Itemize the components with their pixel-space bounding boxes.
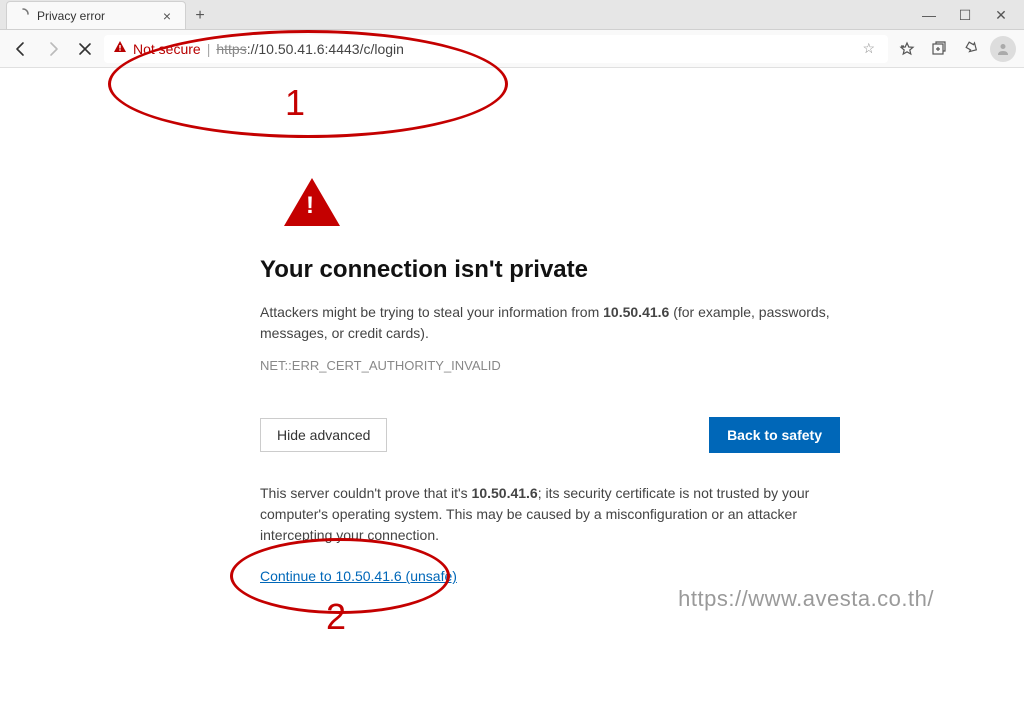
- loading-spinner-icon: [17, 8, 29, 23]
- address-bar[interactable]: Not secure | https://10.50.41.6:4443/c/l…: [104, 35, 888, 63]
- favorites-icon[interactable]: [894, 36, 920, 62]
- maximize-icon[interactable]: ☐: [956, 7, 974, 24]
- hide-advanced-button[interactable]: Hide advanced: [260, 418, 387, 452]
- annotation-label-1: 1: [285, 82, 305, 124]
- forward-button[interactable]: [40, 36, 66, 62]
- page-content: ! Your connection isn't private Attacker…: [0, 68, 1024, 707]
- not-secure-label: Not secure: [133, 41, 201, 57]
- tab-title: Privacy error: [37, 9, 159, 23]
- profile-avatar[interactable]: [990, 36, 1016, 62]
- new-tab-button[interactable]: +: [186, 3, 214, 29]
- toolbar: Not secure | https://10.50.41.6:4443/c/l…: [0, 30, 1024, 68]
- favorite-star-icon[interactable]: ☆: [862, 40, 879, 57]
- minimize-icon[interactable]: —: [920, 7, 938, 23]
- stop-reload-button[interactable]: [72, 36, 98, 62]
- close-window-icon[interactable]: ✕: [992, 7, 1010, 24]
- error-description: Attackers might be trying to steal your …: [260, 302, 840, 344]
- window-controls: — ☐ ✕: [920, 0, 1024, 30]
- url-text: https://10.50.41.6:4443/c/login: [216, 41, 404, 57]
- error-code: NET::ERR_CERT_AUTHORITY_INVALID: [260, 358, 860, 373]
- browser-tab[interactable]: Privacy error ×: [6, 1, 186, 29]
- annotation-label-2: 2: [326, 596, 346, 638]
- back-button[interactable]: [8, 36, 34, 62]
- close-tab-icon[interactable]: ×: [159, 8, 175, 24]
- watermark-text: https://www.avesta.co.th/: [678, 586, 934, 612]
- separator: |: [207, 41, 211, 57]
- warning-triangle-icon: !: [284, 178, 340, 226]
- error-block: ! Your connection isn't private Attacker…: [260, 178, 860, 586]
- advanced-explanation: This server couldn't prove that it's 10.…: [260, 483, 840, 546]
- error-title: Your connection isn't private: [260, 256, 860, 284]
- button-row: Hide advanced Back to safety: [260, 417, 840, 453]
- continue-unsafe-link[interactable]: Continue to 10.50.41.6 (unsafe): [260, 568, 457, 584]
- collections-icon[interactable]: [926, 36, 952, 62]
- tab-bar: Privacy error × + — ☐ ✕: [0, 0, 1024, 30]
- back-to-safety-button[interactable]: Back to safety: [709, 417, 840, 453]
- not-secure-warning-icon[interactable]: [113, 40, 127, 57]
- extensions-icon[interactable]: [958, 36, 984, 62]
